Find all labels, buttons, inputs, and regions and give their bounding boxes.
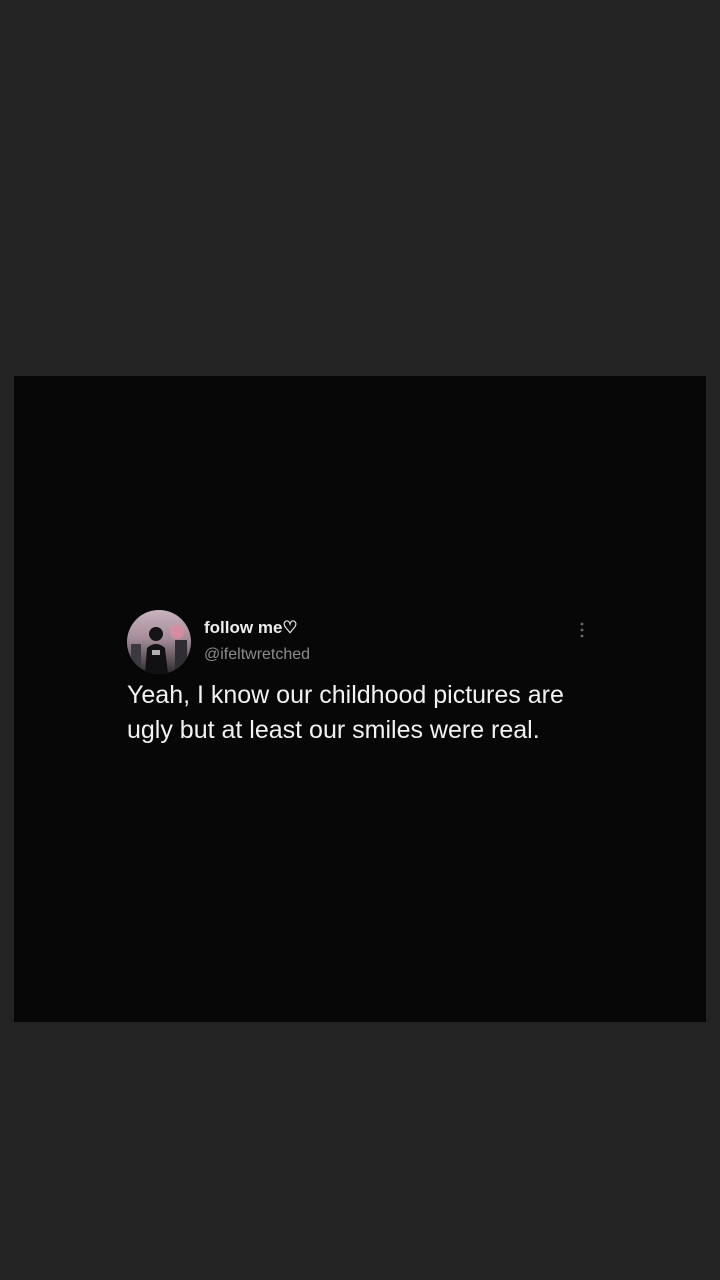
screen: follow me♡ @ifeltwretched Yeah, I know o… bbox=[0, 0, 720, 1280]
tweet-screenshot: follow me♡ @ifeltwretched Yeah, I know o… bbox=[14, 376, 706, 1022]
person-silhouette-icon bbox=[127, 610, 191, 674]
avatar[interactable] bbox=[127, 610, 191, 674]
tweet-text: Yeah, I know our childhood pictures are … bbox=[127, 681, 564, 744]
display-name[interactable]: follow me♡ bbox=[204, 618, 298, 638]
user-handle[interactable]: @ifeltwretched bbox=[204, 646, 310, 664]
more-options-button[interactable] bbox=[574, 618, 590, 642]
more-vertical-icon bbox=[580, 622, 584, 638]
